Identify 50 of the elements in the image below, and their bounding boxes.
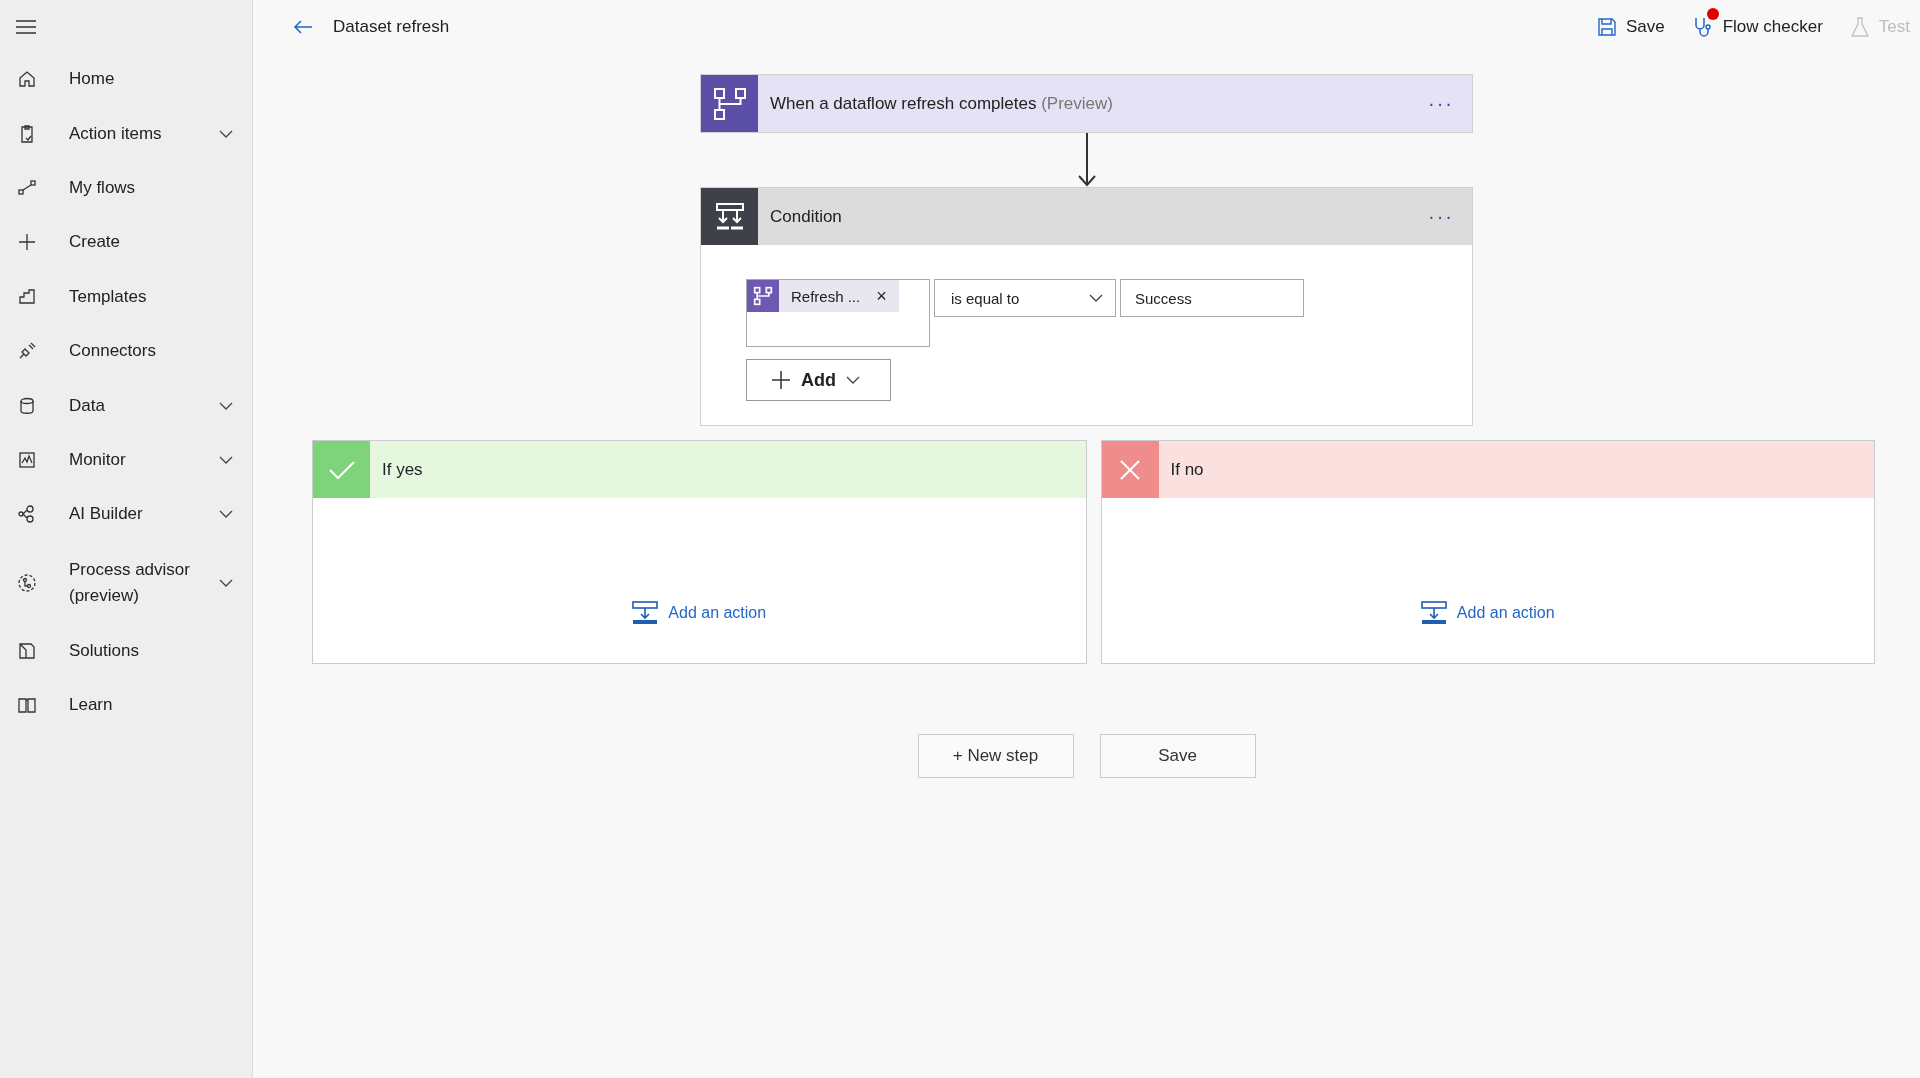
sidebar-item[interactable]: Solutions: [0, 623, 252, 678]
data-icon: [17, 395, 37, 416]
add-an-action-link[interactable]: Add an action: [632, 601, 767, 625]
footer-button[interactable]: Save: [1099, 734, 1256, 778]
sidebar-item[interactable]: Home: [0, 52, 252, 107]
sidebar-item[interactable]: Data: [0, 378, 252, 433]
branch-header[interactable]: If no: [1101, 441, 1874, 498]
sidebar-item[interactable]: Process advisor (preview): [0, 541, 252, 624]
plus-icon: [771, 370, 791, 390]
monitor-icon: [17, 449, 37, 470]
dataflow-icon: [747, 280, 779, 312]
flow-title: Dataset refresh: [333, 17, 450, 37]
footer-button[interactable]: + New step: [917, 734, 1074, 778]
home-icon: [17, 69, 37, 90]
sidebar-item[interactable]: Monitor: [0, 432, 252, 488]
condition-title: Condition: [770, 206, 843, 227]
condition-card[interactable]: Condition ··· Refresh ... × is equal to Success Add: [700, 187, 1473, 426]
add-button[interactable]: Add: [746, 359, 891, 401]
condition-icon: [701, 188, 758, 245]
sidebar-item[interactable]: AI Builder: [0, 487, 252, 542]
sidebar-item[interactable]: Templates: [0, 269, 252, 324]
plus-icon: [17, 232, 37, 253]
more-options-button[interactable]: ···: [1422, 204, 1460, 229]
trigger-card[interactable]: When a dataflow refresh completes (Preview) ···: [700, 74, 1473, 133]
toolbar-button[interactable]: Save: [1593, 12, 1669, 42]
toolbar-button[interactable]: Flow checker: [1688, 12, 1827, 42]
trigger-title: When a dataflow refresh completes (Preview): [770, 93, 1114, 114]
condition-operand-field[interactable]: Refresh ... ×: [746, 279, 930, 347]
chevron-down-icon: [846, 376, 860, 384]
chevron-down-icon: [1089, 294, 1103, 302]
stethoscope-icon: [1692, 16, 1713, 38]
branch-header[interactable]: If yes: [313, 441, 1086, 498]
sidebar-item[interactable]: Action items: [0, 106, 252, 161]
more-options-button[interactable]: ···: [1422, 91, 1460, 116]
add-action-icon: [1420, 601, 1447, 625]
sidebar-item[interactable]: Learn: [0, 677, 252, 733]
dataflow-icon: [701, 75, 758, 132]
dynamic-content-token[interactable]: Refresh ... ×: [747, 280, 899, 312]
sidebar-item[interactable]: My flows: [0, 160, 252, 216]
back-arrow-icon[interactable]: [293, 19, 313, 35]
sidebar-item[interactable]: Create: [0, 215, 252, 270]
remove-token-button[interactable]: ×: [876, 285, 887, 307]
flask-icon: [1850, 17, 1869, 37]
connector-arrow: [1076, 133, 1097, 187]
add-an-action-link[interactable]: Add an action: [1420, 601, 1555, 625]
value-field[interactable]: Success: [1120, 279, 1304, 317]
sidebar-item[interactable]: Connectors: [0, 323, 252, 379]
book-icon: [17, 695, 37, 716]
operator-dropdown[interactable]: is equal to: [934, 279, 1116, 317]
add-action-icon: [632, 601, 659, 625]
